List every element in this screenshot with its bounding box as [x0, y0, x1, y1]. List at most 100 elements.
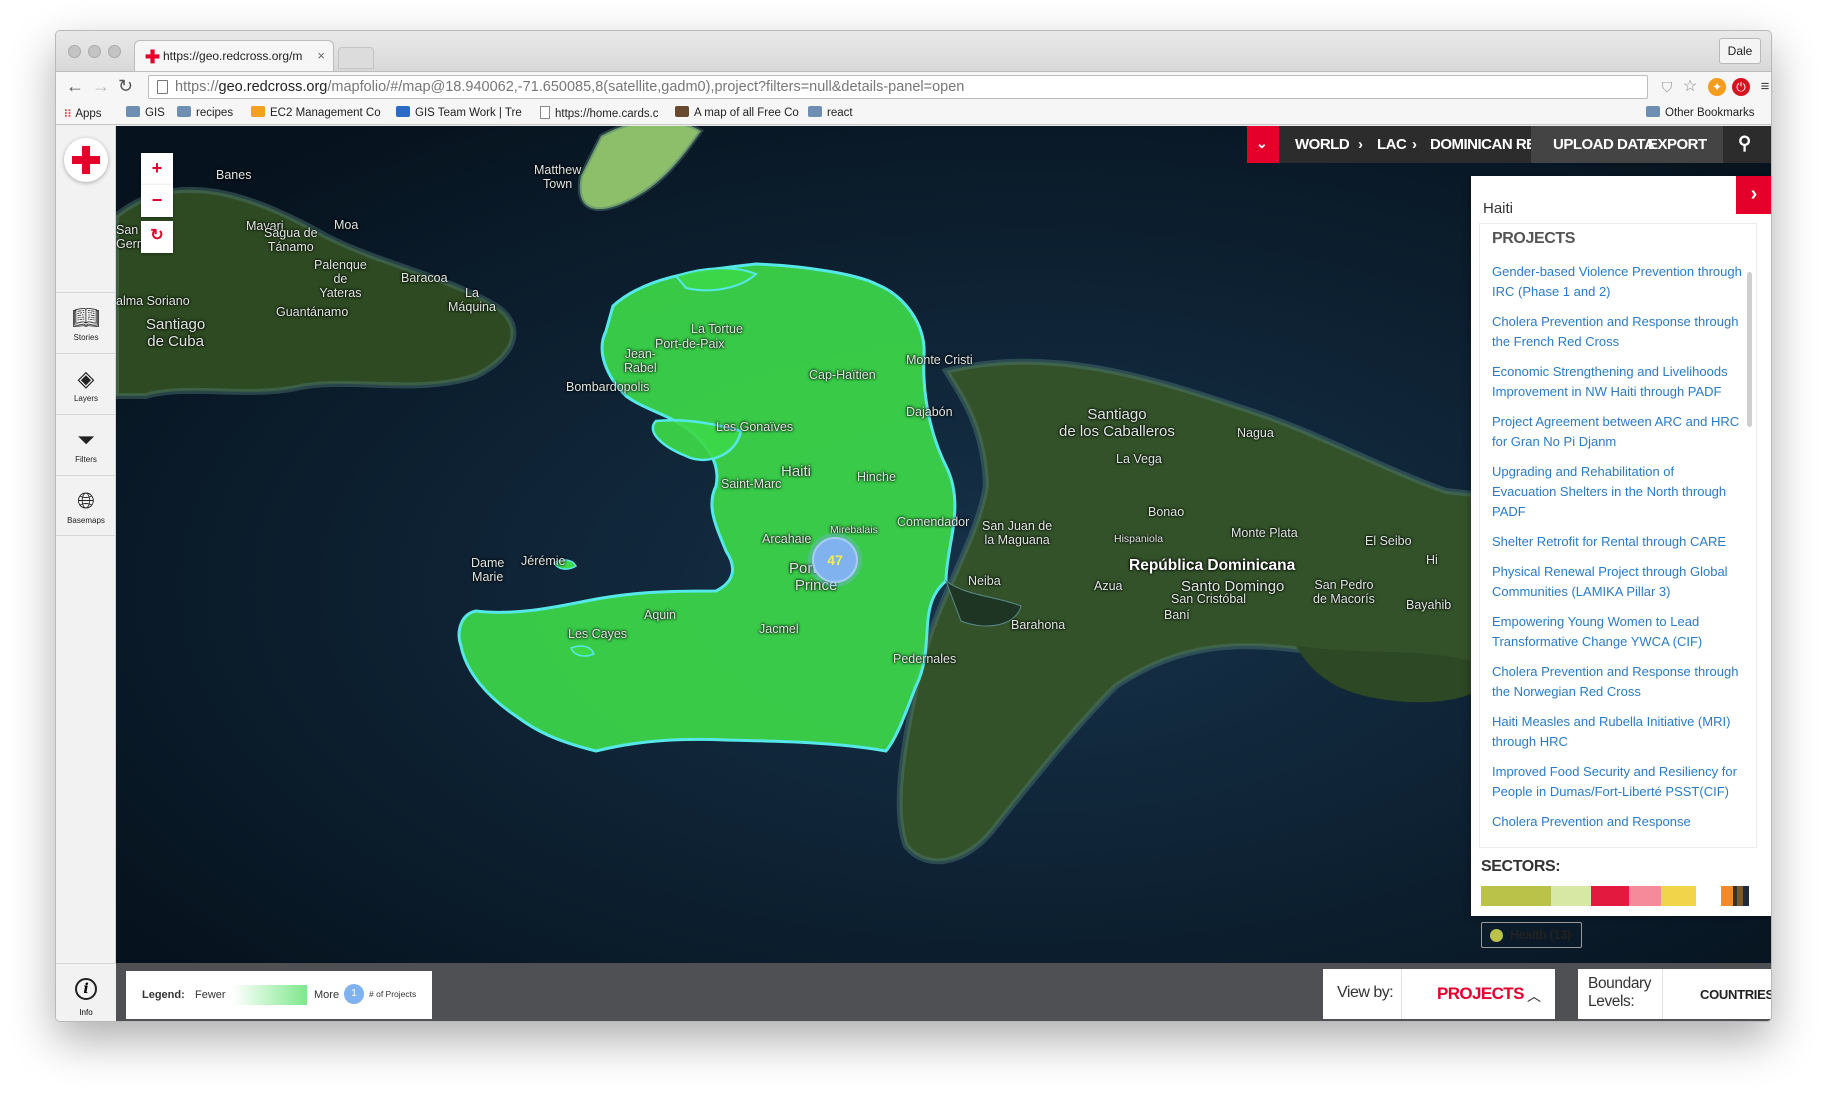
sector-swatch[interactable] — [1481, 886, 1551, 906]
apps-grid-icon: ⁝⁝ — [64, 108, 72, 120]
bookmark-apps[interactable]: ⁝⁝ Apps — [64, 106, 102, 120]
projects-list: Gender-based Violence Prevention through… — [1492, 262, 1742, 842]
sidebar-item-filters[interactable]: ⏷ Filters — [56, 414, 116, 475]
top-actions: UPLOAD DATA EXPORT — [1531, 126, 1723, 163]
breadcrumb-lac[interactable]: LAC — [1377, 136, 1407, 153]
extension-power-icon[interactable]: ⏻ — [1732, 78, 1750, 96]
details-panel: Haiti › PROJECTS Gender-based Violence P… — [1471, 176, 1771, 948]
sector-swatch[interactable] — [1591, 886, 1629, 906]
menu-icon[interactable]: ≡ — [1756, 78, 1771, 96]
reload-icon[interactable]: ↻ — [118, 76, 133, 97]
navigation-bar: ← → ↻ https://geo.redcross.org/mapfolio/… — [56, 71, 1771, 101]
bookmark-star-icon[interactable]: ☆ — [1681, 78, 1699, 96]
sector-swatch[interactable] — [1743, 886, 1749, 906]
bookmark-other[interactable]: Other Bookmarks — [1646, 106, 1754, 119]
site-icon — [675, 106, 689, 117]
sidebar-item-label: Stories — [73, 333, 99, 342]
profile-button[interactable]: Dale — [1719, 38, 1761, 64]
project-link[interactable]: Physical Renewal Project through Global … — [1492, 562, 1742, 602]
collapse-panel-button[interactable]: › — [1736, 176, 1771, 214]
search-button[interactable]: ⚲ — [1723, 126, 1771, 163]
map-label: Santiago de Cuba — [146, 316, 206, 350]
projects-scrollbar[interactable] — [1747, 272, 1752, 427]
map-label: Haiti — [781, 463, 812, 480]
health-sector-chip[interactable]: Health (13) — [1481, 922, 1582, 948]
map-label: Les Gonaïves — [716, 420, 794, 434]
left-sidebar: 📖︎ Stories ◈ Layers ⏷ Filters 🌐︎ Basemap… — [56, 126, 116, 1021]
project-link[interactable]: Empowering Young Women to Lead Transform… — [1492, 612, 1742, 652]
legend-title: Legend: — [142, 989, 185, 1001]
map-canvas[interactable]: Banes San Germán Mavari Sagua de Tánamo … — [116, 126, 1771, 963]
map-label: Azua — [1094, 579, 1123, 593]
boundary-levels-selector[interactable]: Boundary Levels: COUNTRIES ︿ — [1578, 969, 1771, 1019]
close-window-button[interactable] — [68, 45, 81, 58]
sector-swatch[interactable] — [1629, 886, 1661, 906]
project-link[interactable]: Shelter Retrofit for Rental through CARE — [1492, 532, 1742, 552]
breadcrumb-world[interactable]: WORLD — [1295, 136, 1350, 153]
legend-cluster-dot: 1 — [344, 984, 364, 1004]
project-link[interactable]: Cholera Prevention and Response through … — [1492, 662, 1742, 702]
health-color-dot — [1490, 929, 1503, 942]
reset-view-button[interactable]: ↻ — [141, 221, 173, 253]
map-label: Comendador — [897, 515, 970, 529]
upload-data-button[interactable]: UPLOAD DATA — [1553, 136, 1655, 153]
bookmark-free-code[interactable]: A map of all Free Co — [675, 106, 799, 119]
bookmark-ec2[interactable]: EC2 Management Co — [251, 106, 381, 119]
sidebar-item-layers[interactable]: ◈ Layers — [56, 353, 116, 414]
bookmark-cards[interactable]: https://home.cards.c — [540, 106, 659, 120]
funnel-icon: ⏷ — [77, 427, 95, 452]
sector-swatch[interactable] — [1721, 886, 1733, 906]
export-button[interactable]: EXPORT — [1648, 136, 1707, 153]
divider — [1401, 969, 1402, 1019]
project-link[interactable]: Improved Food Security and Resiliency fo… — [1492, 762, 1742, 802]
search-icon: ⚲ — [1738, 133, 1751, 153]
layers-icon: ◈ — [77, 366, 95, 391]
sector-swatch[interactable] — [1661, 886, 1696, 906]
breadcrumb-separator-icon: › — [1412, 136, 1417, 153]
zoom-window-button[interactable] — [108, 45, 121, 58]
back-arrow-icon[interactable]: ← — [66, 76, 84, 97]
map-label: Monte Plata — [1231, 526, 1298, 540]
tab-close-icon[interactable]: × — [317, 48, 325, 63]
map-label: Moa — [334, 218, 359, 232]
new-tab-button[interactable] — [338, 47, 374, 69]
red-cross-logo[interactable] — [64, 138, 108, 182]
zoom-out-button[interactable]: − — [141, 185, 173, 217]
project-cluster-marker[interactable]: 47 — [812, 537, 858, 583]
sidebar-item-basemaps[interactable]: 🌐︎ Basemaps — [56, 475, 116, 536]
map-label: Les Cayes — [568, 627, 628, 641]
map-label: La Tortue — [691, 322, 743, 336]
zoom-in-button[interactable]: + — [141, 153, 173, 185]
sidebar-item-stories[interactable]: 📖︎ Stories — [56, 292, 116, 353]
project-link[interactable]: Cholera Prevention and Response through … — [1492, 312, 1742, 352]
bookmark-gis[interactable]: GIS — [126, 106, 165, 119]
bookmark-trello[interactable]: GIS Team Work | Tre — [396, 106, 522, 119]
map-label: Port-de-Paix — [655, 337, 725, 351]
bookmark-recipes[interactable]: recipes — [177, 106, 233, 119]
map-label: Jérémie — [521, 554, 566, 568]
map-label: Jacmel — [759, 622, 799, 636]
project-link[interactable]: Cholera Prevention and Response — [1492, 812, 1742, 832]
map-label: La Máquina — [448, 286, 496, 314]
info-button[interactable]: i Info — [56, 963, 116, 1021]
minimize-window-button[interactable] — [88, 45, 101, 58]
bookmark-react[interactable]: react — [808, 106, 853, 119]
project-link[interactable]: Upgrading and Rehabilitation of Evacuati… — [1492, 462, 1742, 522]
map-label: Hi — [1426, 553, 1438, 567]
project-link[interactable]: Economic Strengthening and Livelihoods I… — [1492, 362, 1742, 402]
map-label: Mirebalais — [830, 524, 878, 536]
project-link[interactable]: Project Agreement between ARC and HRC fo… — [1492, 412, 1742, 452]
browser-tab[interactable]: ✚ https://geo.redcross.org/m × — [134, 40, 334, 71]
forward-arrow-icon[interactable]: → — [92, 76, 110, 97]
shield-icon[interactable]: ⛉ — [1658, 78, 1676, 96]
extension-flame-icon[interactable]: ✦ — [1708, 78, 1726, 96]
project-link[interactable]: Haiti Measles and Rubella Initiative (MR… — [1492, 712, 1742, 752]
sector-swatch[interactable] — [1551, 886, 1591, 906]
address-bar[interactable]: https://geo.redcross.org/mapfolio/#/map@… — [148, 75, 1648, 99]
map-label: Monte Cristi — [906, 353, 973, 367]
project-link[interactable]: Gender-based Violence Prevention through… — [1492, 262, 1742, 302]
folder-icon — [126, 106, 140, 117]
breadcrumb-dropdown-button[interactable]: ⌄ — [1247, 126, 1279, 163]
map-label: Baracoa — [401, 271, 448, 285]
view-by-selector[interactable]: View by: PROJECTS ︿ — [1323, 969, 1555, 1019]
